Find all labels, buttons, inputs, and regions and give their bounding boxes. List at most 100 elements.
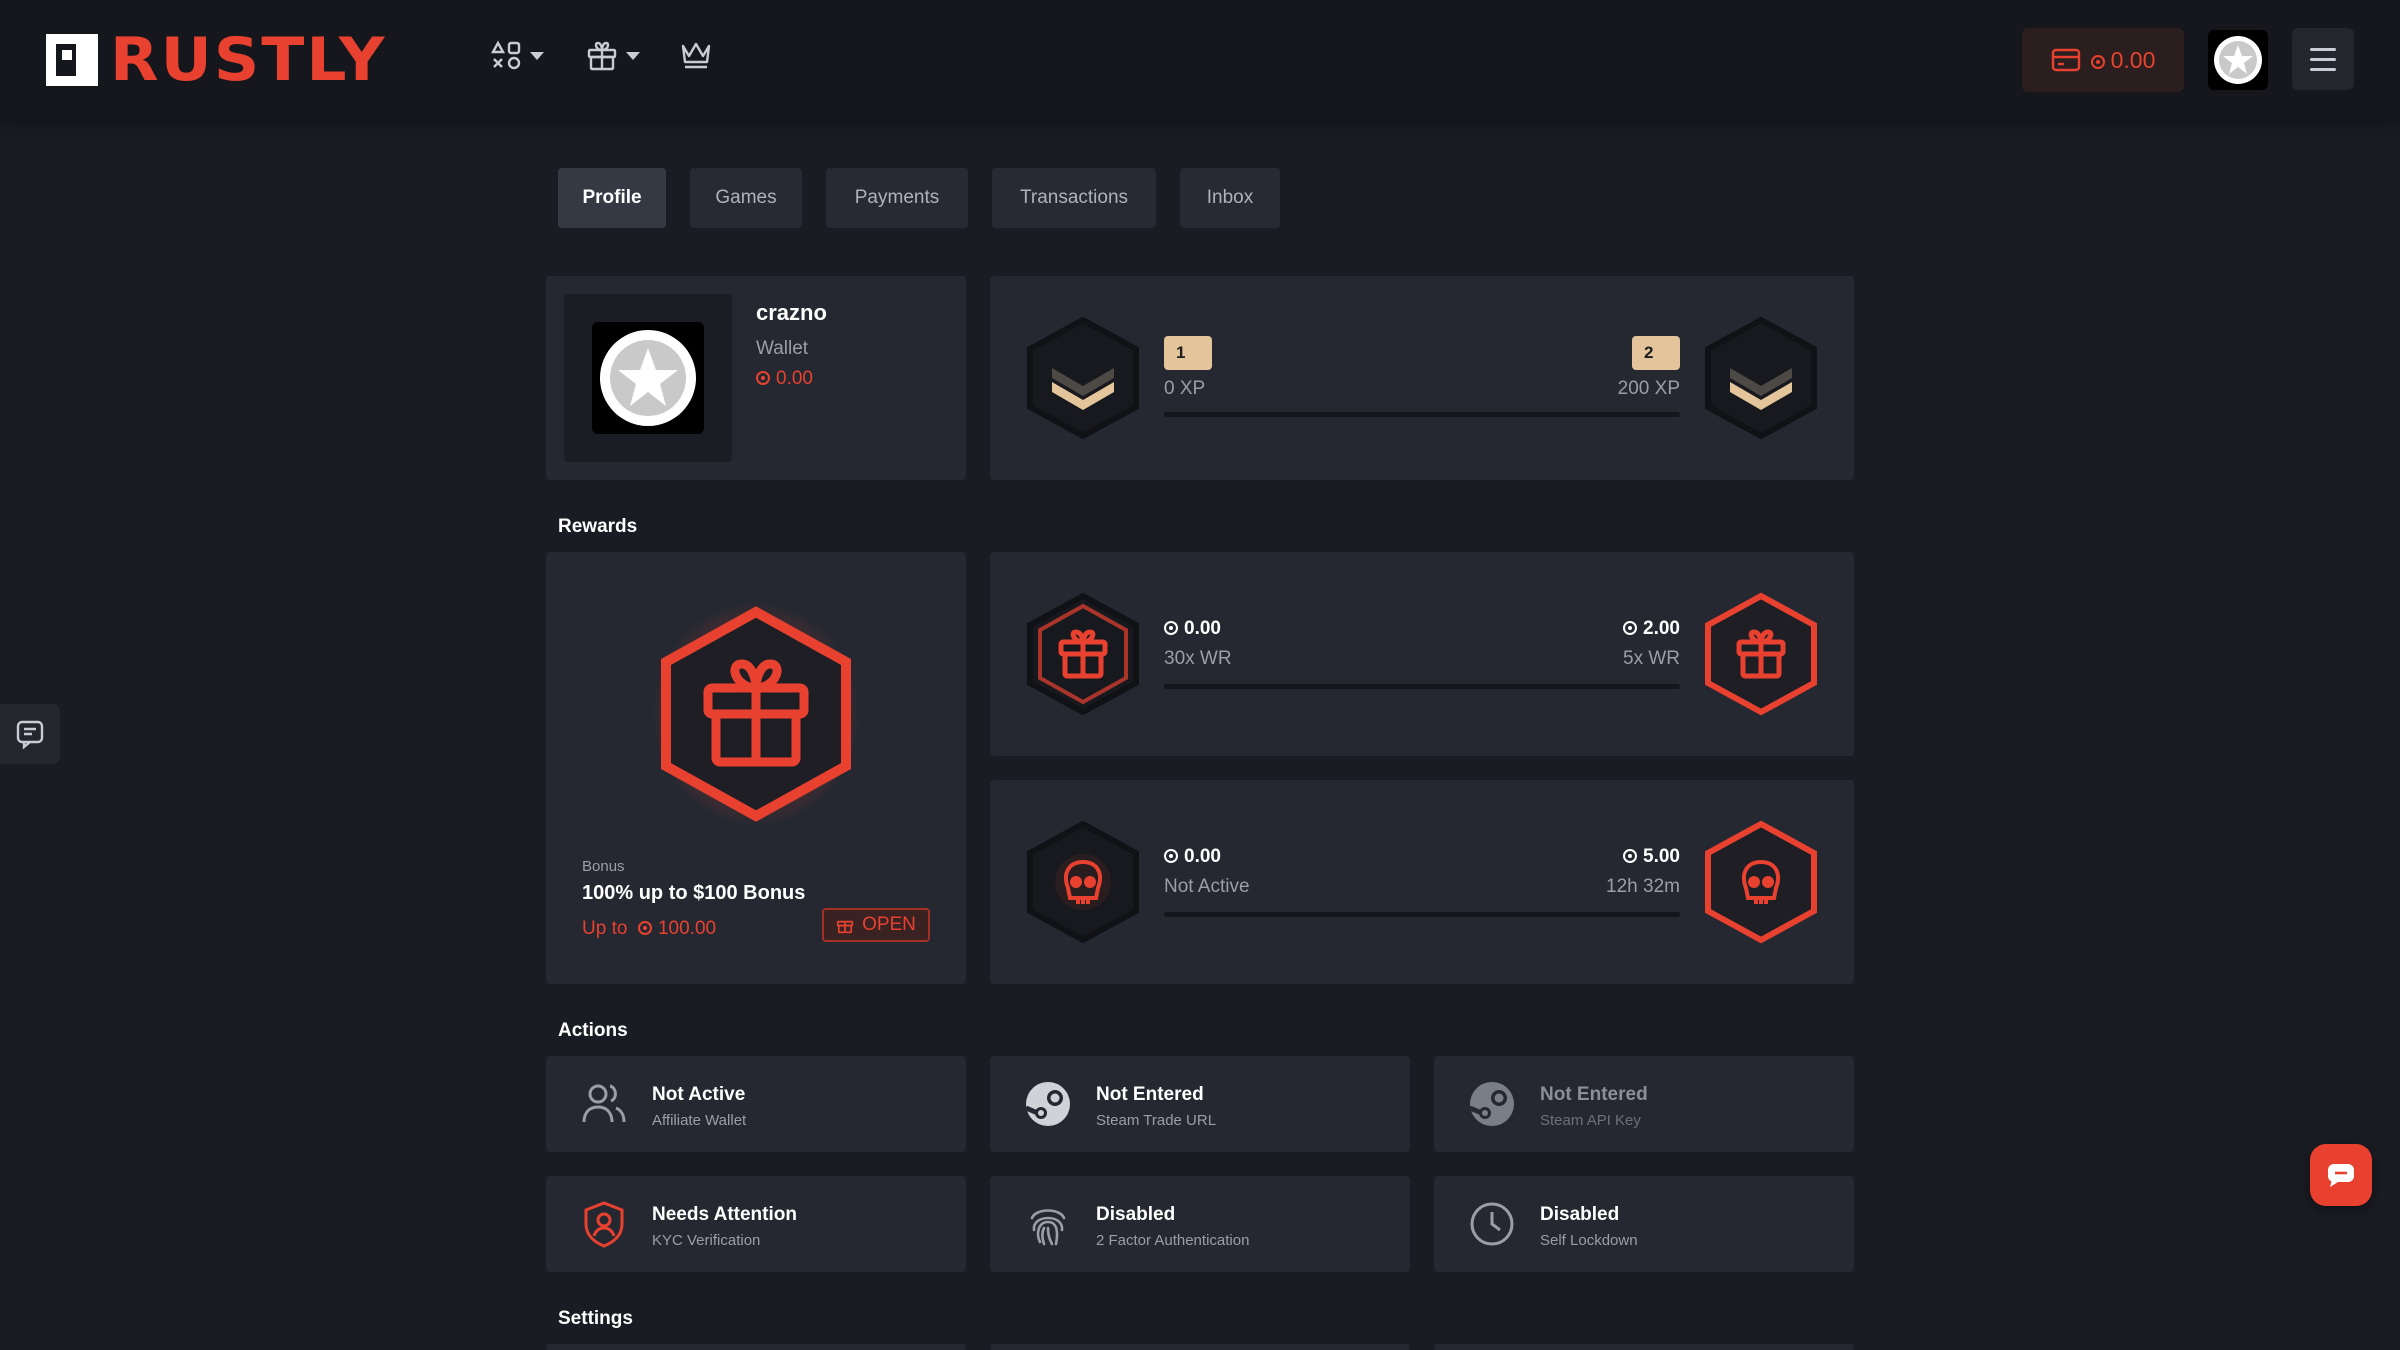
open-bonus-button[interactable]: OPEN (822, 908, 930, 942)
bonus-title: 100% up to $100 Bonus (582, 882, 806, 904)
coin-icon (1623, 849, 1638, 863)
chat-icon (16, 720, 44, 749)
wager-gift-icon (1027, 592, 1139, 716)
settings-card (990, 1344, 1410, 1350)
wager-current: 0.00 (1164, 618, 1221, 640)
action-steam-trade-url[interactable]: Not Entered Steam Trade URL (990, 1056, 1410, 1152)
action-subtitle: Affiliate Wallet (652, 1112, 747, 1129)
nav-rewards-dropdown[interactable] (586, 40, 640, 72)
bonus-label: Bonus (582, 858, 625, 875)
next-level-badge: 2 (1632, 336, 1680, 370)
wager-progress-bar (1164, 684, 1680, 689)
wager-target-sub: 5x WR (1623, 648, 1680, 669)
action-title: Needs Attention (652, 1204, 797, 1225)
level-rank-icon (1027, 316, 1139, 440)
rakeback-timer: 12h 32m (1606, 876, 1680, 897)
chat-toggle-button[interactable] (0, 704, 60, 764)
menu-line (2310, 57, 2336, 61)
rakeback-status: Not Active (1164, 876, 1250, 897)
action-subtitle: Self Lockdown (1540, 1232, 1638, 1249)
logo-mark (46, 34, 98, 86)
header-balance: 0.00 (2110, 46, 2156, 73)
settings-card (1434, 1344, 1854, 1350)
shield-user-icon (584, 1201, 624, 1248)
rakeback-progress-bar (1164, 912, 1680, 917)
action-kyc-verification[interactable]: Needs Attention KYC Verification (546, 1176, 966, 1272)
action-title: Not Entered (1540, 1084, 1648, 1105)
action-self-lockdown[interactable]: Disabled Self Lockdown (1434, 1176, 1854, 1272)
action-title: Not Active (652, 1084, 746, 1105)
level-card: 1 0 XP 2 200 XP (990, 276, 1854, 480)
actions-heading: Actions (558, 1020, 628, 1041)
coin-icon (1164, 621, 1178, 635)
wallet-balance-button[interactable]: 0.00 (2022, 28, 2184, 92)
logo-text: RUSTLY (110, 25, 387, 95)
tab-payments[interactable]: Payments (826, 168, 968, 228)
action-subtitle: KYC Verification (652, 1232, 761, 1249)
steam-icon (1469, 1082, 1514, 1126)
nav-vip[interactable] (680, 40, 712, 70)
wager-card: 0.00 30x WR 2.00 5x WR (990, 552, 1854, 756)
skull-reward-icon (1705, 820, 1817, 944)
profile-username: crazno (756, 300, 827, 325)
wager-target: 2.00 (1623, 618, 1680, 640)
profile-avatar[interactable] (592, 322, 704, 434)
bonus-gift-icon (652, 602, 860, 826)
rakeback-card: 0.00 Not Active 5.00 12h 32m (990, 780, 1854, 984)
support-chat-icon (2328, 1164, 2354, 1187)
chevron-down-icon (530, 52, 544, 60)
star-avatar-icon (600, 330, 696, 426)
action-subtitle: 2 Factor Authentication (1096, 1232, 1250, 1249)
tab-transactions[interactable]: Transactions (992, 168, 1156, 228)
rakeback-current: 0.00 (1164, 846, 1221, 868)
tab-inbox[interactable]: Inbox (1180, 168, 1280, 228)
site-logo[interactable]: RUSTLY (46, 30, 384, 90)
nav-games-dropdown[interactable] (490, 40, 544, 72)
fingerprint-icon (1030, 1209, 1066, 1246)
coin-icon (2090, 54, 2105, 69)
gift-icon (587, 41, 617, 71)
profile-card: crazno Wallet 0.00 (546, 276, 966, 480)
action-2fa[interactable]: Disabled 2 Factor Authentication (990, 1176, 1410, 1272)
wager-current-sub: 30x WR (1164, 648, 1232, 669)
steam-icon (1025, 1082, 1070, 1126)
tab-profile[interactable]: Profile (558, 168, 666, 228)
gift-icon (836, 920, 854, 934)
menu-line (2310, 47, 2336, 51)
coin-icon (637, 921, 652, 935)
clock-icon (1470, 1202, 1514, 1246)
settings-heading: Settings (558, 1308, 633, 1329)
tab-games[interactable]: Games (690, 168, 802, 228)
action-title: Not Entered (1096, 1084, 1204, 1105)
settings-card (546, 1344, 966, 1350)
action-subtitle: Steam API Key (1540, 1112, 1641, 1129)
hamburger-menu-button[interactable] (2292, 28, 2354, 90)
action-steam-api-key[interactable]: Not Entered Steam API Key (1434, 1056, 1854, 1152)
games-grid-icon (490, 40, 521, 70)
chevron-down-icon (626, 52, 640, 60)
coin-icon (1164, 849, 1178, 863)
menu-line (2310, 67, 2336, 71)
crown-icon (681, 42, 711, 69)
action-title: Disabled (1096, 1204, 1176, 1225)
bonus-upto: Up to 100.00 (582, 918, 717, 939)
skull-icon (1027, 820, 1139, 944)
user-avatar[interactable] (2208, 30, 2268, 90)
wallet-value: 0.00 (756, 368, 813, 390)
xp-progress-bar (1164, 412, 1680, 417)
rakeback-target: 5.00 (1623, 846, 1680, 868)
top-bar: RUSTLY 0.00 (0, 0, 2400, 120)
current-xp: 0 XP (1164, 378, 1206, 399)
profile-avatar-frame (564, 294, 732, 462)
coin-icon (1623, 621, 1638, 635)
wager-reward-icon (1705, 592, 1817, 716)
wallet-label: Wallet (756, 338, 809, 359)
wallet-card-icon (2051, 48, 2080, 72)
next-xp: 200 XP (1617, 378, 1680, 399)
support-chat-button[interactable] (2310, 1144, 2372, 1206)
star-avatar-icon (2214, 36, 2262, 84)
action-title: Disabled (1540, 1204, 1620, 1225)
next-rank-icon (1705, 316, 1817, 440)
action-affiliate-wallet[interactable]: Not Active Affiliate Wallet (546, 1056, 966, 1152)
coin-icon (756, 371, 770, 385)
